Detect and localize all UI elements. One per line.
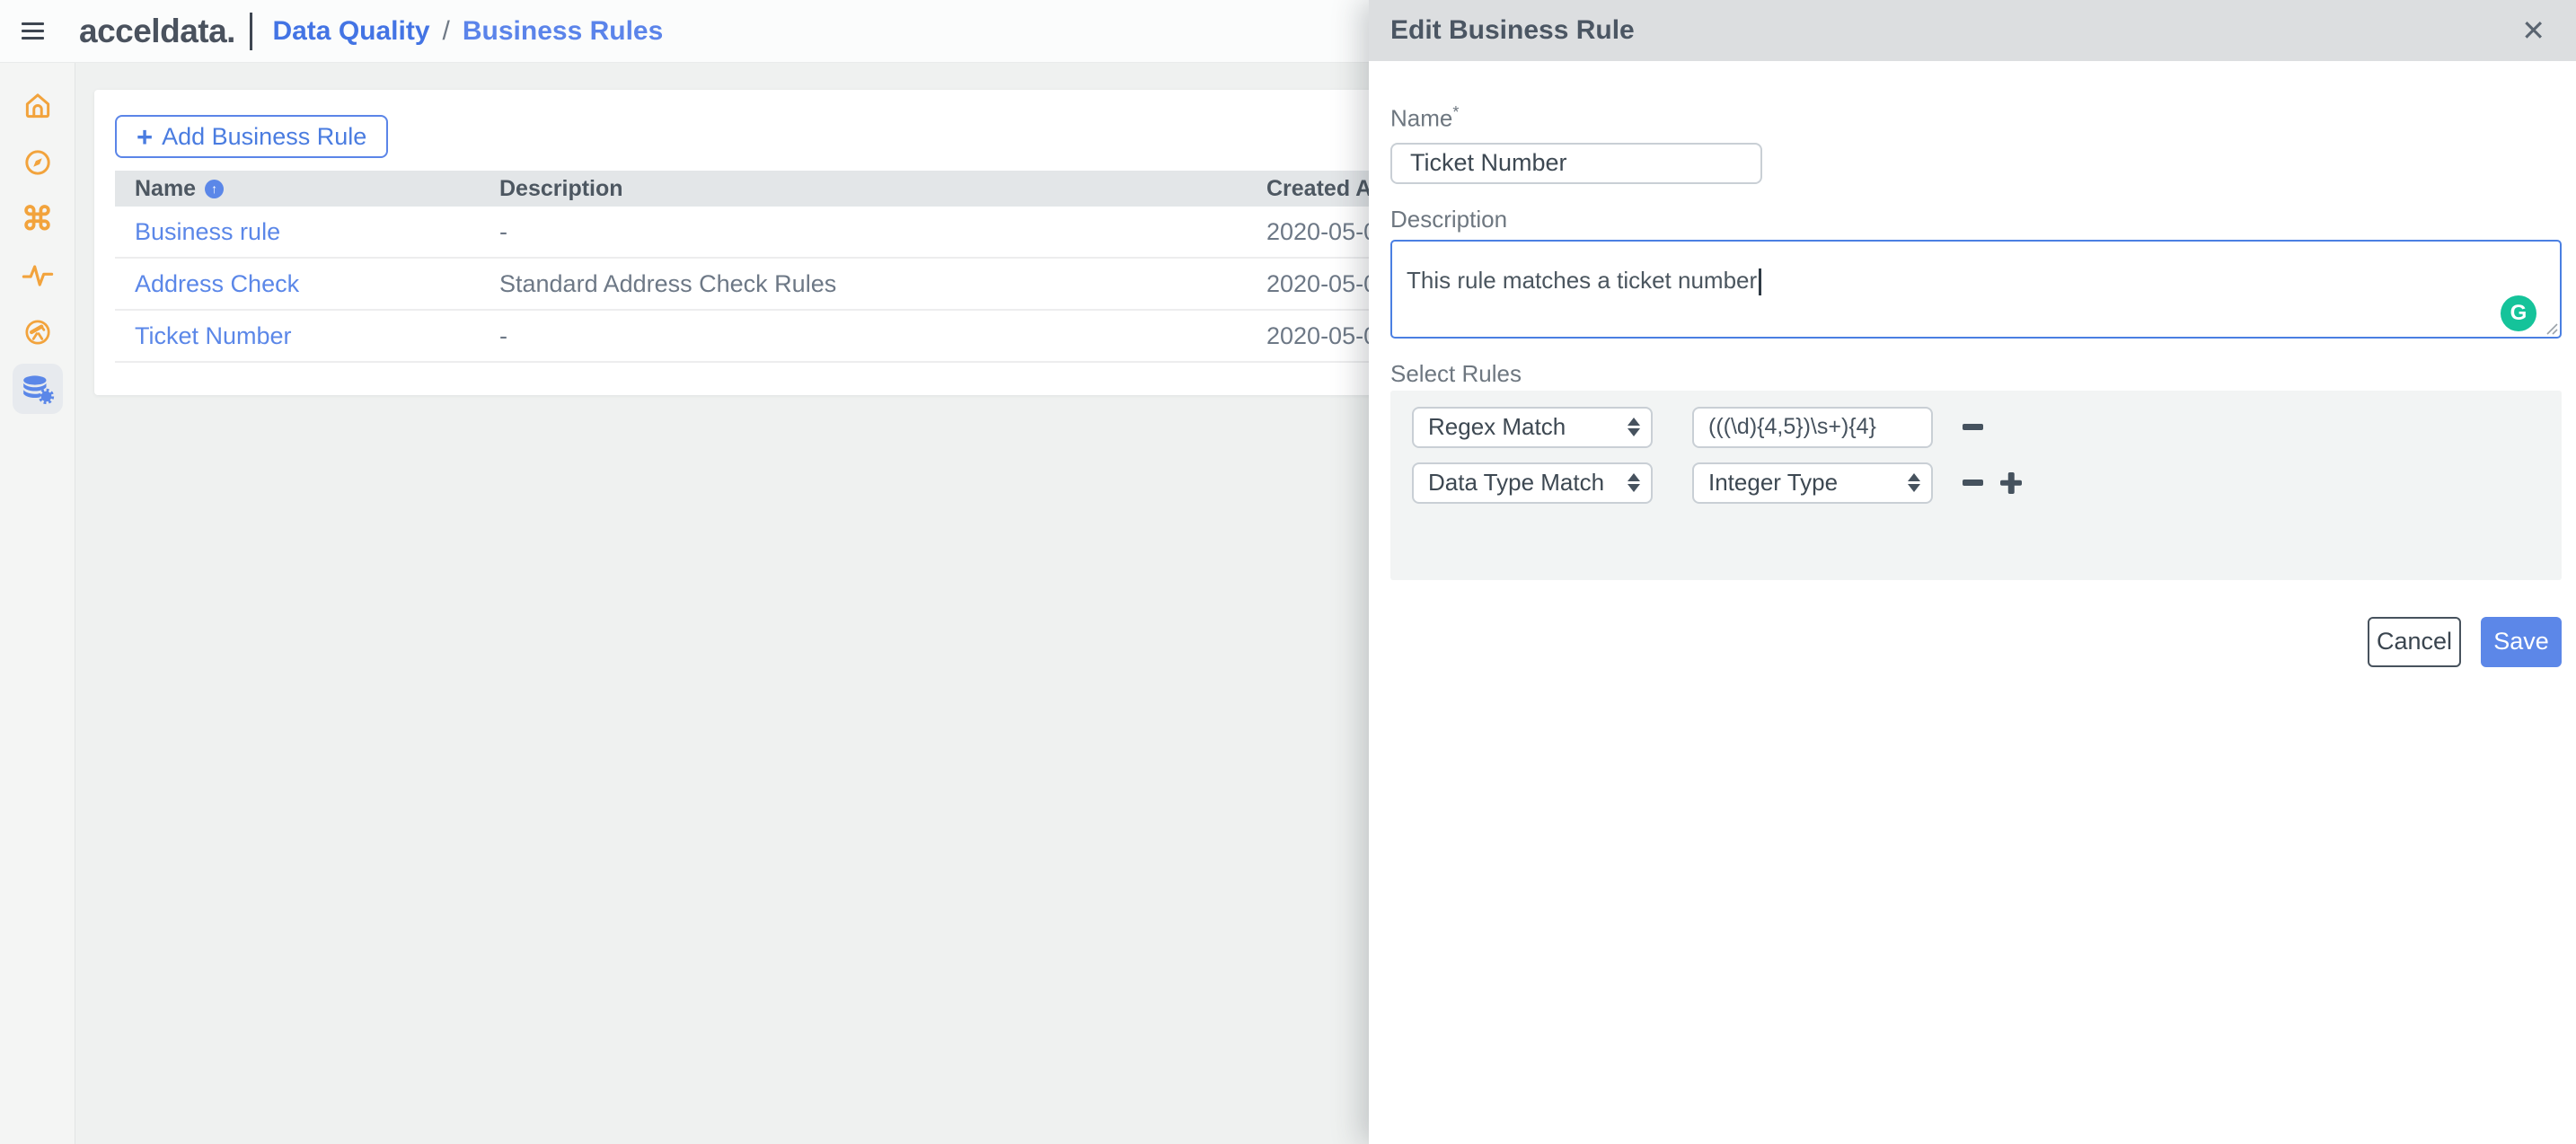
- menu-icon[interactable]: [22, 22, 45, 40]
- breadcrumb: Data Quality / Business Rules: [272, 16, 663, 47]
- logo-divider: [250, 13, 253, 50]
- cancel-button[interactable]: Cancel: [2368, 617, 2461, 667]
- add-business-rule-button[interactable]: + Add Business Rule: [115, 115, 388, 158]
- rule-description: -: [499, 218, 1266, 246]
- name-input[interactable]: [1390, 143, 1762, 184]
- select-arrows-icon: [1908, 473, 1920, 492]
- close-icon[interactable]: ✕: [2518, 13, 2549, 48]
- required-mark: *: [1452, 103, 1459, 121]
- rule-row: Regex Match: [1412, 407, 2540, 448]
- rule-name-link[interactable]: Address Check: [135, 270, 499, 298]
- column-header-name[interactable]: Name ↑: [135, 176, 499, 202]
- remove-rule-button[interactable]: [1962, 472, 1983, 494]
- sidebar-item-explore[interactable]: [13, 137, 63, 188]
- sidebar-item-data-rules[interactable]: [13, 364, 63, 414]
- sidebar-item-discover[interactable]: [13, 307, 63, 357]
- telescope-icon: [22, 316, 54, 348]
- drawer-body: Name* Description This rule matches a ti…: [1369, 61, 2576, 667]
- sidebar-item-shortcuts[interactable]: ⌘: [13, 194, 63, 244]
- text-cursor: [1759, 268, 1761, 295]
- add-rule-button[interactable]: [1999, 471, 2023, 495]
- description-label: Description: [1390, 206, 2562, 233]
- breadcrumb-data-quality[interactable]: Data Quality: [272, 16, 429, 47]
- minus-icon: [1963, 480, 1983, 486]
- sort-ascending-icon[interactable]: ↑: [205, 180, 224, 198]
- select-rules-panel: Regex Match Data Type Match Integer Type: [1390, 391, 2562, 580]
- sidebar: ⌘: [0, 63, 75, 1144]
- compass-icon: [22, 146, 54, 179]
- rule-description: Standard Address Check Rules: [499, 270, 1266, 298]
- rule-name-link[interactable]: Ticket Number: [135, 322, 499, 350]
- add-business-rule-label: Add Business Rule: [162, 123, 366, 151]
- rule-name-link[interactable]: Business rule: [135, 218, 499, 246]
- column-header-description: Description: [499, 176, 1266, 202]
- app-logo: acceldata.: [79, 13, 235, 50]
- drawer-title: Edit Business Rule: [1390, 15, 1635, 46]
- activity-pulse-icon: [21, 259, 55, 293]
- save-button[interactable]: Save: [2481, 617, 2562, 667]
- minus-icon: [1963, 424, 1983, 430]
- sidebar-item-activity[interactable]: [13, 251, 63, 301]
- rule-type-select[interactable]: Regex Match: [1412, 407, 1653, 448]
- app-root: acceldata. Data Quality / Business Rules…: [0, 0, 2576, 1144]
- description-text: This rule matches a ticket number: [1407, 267, 1757, 294]
- breadcrumb-business-rules[interactable]: Business Rules: [463, 16, 663, 47]
- select-arrows-icon: [1628, 473, 1640, 492]
- sidebar-item-home[interactable]: [13, 81, 63, 131]
- data-type-select[interactable]: Integer Type: [1692, 462, 1933, 504]
- select-rules-label: Select Rules: [1390, 360, 2562, 387]
- rule-row: Data Type Match Integer Type: [1412, 462, 2540, 504]
- breadcrumb-separator: /: [443, 16, 450, 47]
- resize-handle-icon[interactable]: [2544, 321, 2558, 335]
- rule-description: -: [499, 322, 1266, 350]
- select-arrows-icon: [1628, 418, 1640, 436]
- plus-icon: +: [137, 123, 153, 151]
- edit-business-rule-drawer: Edit Business Rule ✕ Name* Description T…: [1369, 0, 2576, 1144]
- drawer-actions: Cancel Save: [1390, 617, 2562, 667]
- grammarly-icon[interactable]: G: [2501, 295, 2536, 331]
- rule-type-select[interactable]: Data Type Match: [1412, 462, 1653, 504]
- remove-rule-button[interactable]: [1962, 417, 1983, 438]
- drawer-header: Edit Business Rule ✕: [1369, 0, 2576, 61]
- home-icon: [22, 90, 54, 122]
- command-icon: ⌘: [22, 203, 54, 235]
- description-textarea[interactable]: This rule matches a ticket number G: [1390, 240, 2562, 339]
- database-gear-icon: [21, 372, 55, 406]
- regex-pattern-input[interactable]: [1692, 407, 1933, 448]
- name-label: Name*: [1390, 99, 2562, 132]
